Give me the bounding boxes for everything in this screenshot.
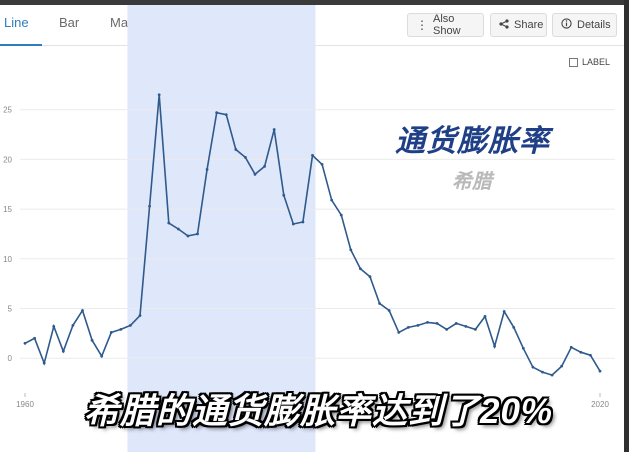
data-point (339, 213, 343, 217)
data-point (454, 322, 458, 325)
data-point (598, 369, 602, 373)
data-point (301, 220, 305, 224)
data-point (474, 327, 477, 331)
data-point (445, 327, 449, 331)
data-point (90, 338, 94, 342)
data-point (119, 327, 123, 331)
data-point (205, 167, 209, 171)
data-point (330, 198, 334, 202)
data-point (521, 346, 525, 350)
data-point (541, 370, 544, 374)
data-point (196, 232, 199, 236)
data-point (186, 234, 190, 238)
data-point (61, 349, 65, 353)
data-point (100, 354, 104, 358)
data-point (502, 310, 506, 313)
data-point (282, 193, 286, 197)
data-point (109, 330, 113, 334)
data-point (406, 325, 410, 329)
data-point (253, 172, 257, 176)
y-tick-label: 5 (8, 305, 13, 314)
data-point (579, 350, 583, 354)
data-point (52, 325, 56, 328)
data-point (138, 314, 142, 317)
data-point (263, 164, 266, 168)
data-point (359, 267, 362, 271)
data-point (148, 204, 151, 208)
data-point (176, 227, 180, 231)
data-point (311, 154, 314, 157)
data-point (81, 309, 84, 312)
data-point (320, 162, 324, 166)
data-point (416, 324, 420, 327)
x-tick-label: 1960 (16, 400, 34, 409)
data-point (378, 302, 381, 305)
data-point (157, 93, 161, 97)
data-point (42, 361, 46, 365)
video-caption: 希腊的通货膨胀率达到了20% (84, 392, 554, 431)
data-point (512, 325, 516, 329)
y-tick-label: 20 (3, 155, 12, 164)
data-point (71, 324, 75, 327)
right-edge (624, 0, 629, 452)
data-point (569, 345, 573, 349)
data-point (23, 341, 27, 345)
data-point (397, 330, 401, 334)
data-point (560, 364, 564, 368)
overlay-title: 通货膨胀率 (395, 125, 550, 158)
data-point (167, 221, 171, 225)
overlay-subtitle: 希腊 (452, 171, 492, 193)
data-point (349, 248, 353, 252)
data-point (483, 315, 487, 318)
data-point (368, 275, 372, 279)
y-tick-label: 10 (3, 255, 12, 264)
data-point (33, 336, 36, 340)
data-point (387, 309, 391, 312)
chart-window: Line Bar Map ⋮ Also Show Share Details L… (0, 0, 629, 452)
y-tick-label: 0 (8, 354, 13, 363)
data-point (291, 222, 295, 226)
data-point (550, 373, 554, 377)
data-point (244, 156, 247, 159)
data-point (234, 148, 238, 151)
data-point (464, 325, 468, 328)
data-point (435, 322, 439, 325)
data-point (589, 353, 592, 357)
data-point (224, 113, 228, 117)
data-point (531, 365, 535, 369)
y-tick-label: 25 (3, 106, 12, 115)
x-tick-label: 2020 (591, 400, 609, 409)
data-point (215, 111, 219, 115)
data-point (426, 321, 429, 324)
data-point (129, 324, 132, 327)
y-tick-label: 15 (3, 205, 12, 214)
data-point (272, 128, 276, 131)
data-point (493, 344, 496, 348)
